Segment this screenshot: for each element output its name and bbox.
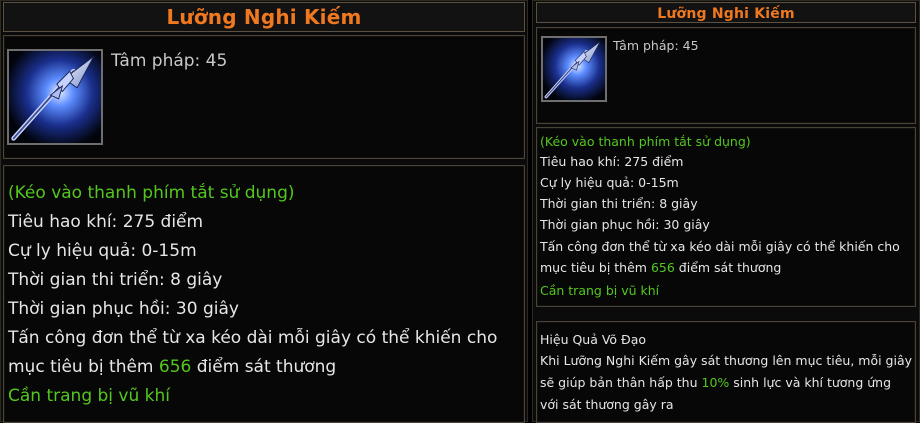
martial-absorb-value: 10% — [701, 375, 730, 390]
skill-title: Lưỡng Nghi Kiếm — [166, 5, 362, 29]
requirement-line: Cần trang bị vũ khí — [540, 283, 660, 298]
martial-text-post: sinh lực và khí tương ứng — [729, 375, 892, 390]
cast-time-line: Thời gian thi triển: 8 giây — [540, 196, 698, 211]
martial-effect-heading: Hiệu Quả Võ Đạo — [540, 332, 647, 347]
effect-damage-value: 656 — [650, 260, 675, 275]
spear-skill-icon[interactable] — [541, 36, 607, 102]
tooltip-title-bar: Lưỡng Nghi Kiếm — [536, 2, 916, 23]
effect-line-1: Tấn công đơn thể từ xa kéo dài mỗi giây … — [8, 328, 498, 348]
range-line: Cự ly hiệu quả: 0-15m — [8, 241, 197, 261]
usage-hint: (Kéo vào thanh phím tắt sử dụng) — [8, 183, 295, 203]
spear-skill-icon[interactable] — [7, 49, 103, 145]
tooltip-small: Lưỡng Nghi Kiếm Tâm pháp: 45 (Kéo vào th… — [532, 0, 920, 423]
requirement-line: Cần trang bị vũ khí — [8, 386, 171, 406]
cooldown-line: Thời gian phục hồi: 30 giây — [540, 217, 710, 232]
skill-title: Lưỡng Nghi Kiếm — [657, 6, 795, 22]
effect-text-pre: mục tiêu bị thêm — [540, 260, 651, 275]
effect-line-2: mục tiêu bị thêm 656 điểm sát thương — [8, 357, 336, 377]
cooldown-line: Thời gian phục hồi: 30 giây — [8, 299, 239, 319]
effect-damage-value: 656 — [158, 357, 192, 377]
effect-line-1: Tấn công đơn thể từ xa kéo dài mỗi giây … — [540, 239, 900, 254]
martial-text-pre: sẽ giúp bản thân hấp thu — [540, 375, 702, 390]
stat-label: Tâm pháp: 45 — [111, 51, 228, 71]
effect-text-post: điểm sát thương — [674, 260, 782, 275]
martial-effect-line-3: với sát thương gây ra — [540, 397, 674, 412]
stat-label: Tâm pháp: 45 — [613, 38, 699, 53]
cast-time-line: Thời gian thi triển: 8 giây — [8, 270, 223, 290]
skill-description-box — [3, 165, 525, 423]
tooltip-title-bar: Lưỡng Nghi Kiếm — [3, 2, 525, 32]
martial-effect-line-1: Khi Lưỡng Nghi Kiếm gây sát thương lên m… — [540, 353, 913, 368]
cost-line: Tiêu hao khí: 275 điểm — [8, 212, 204, 232]
martial-effect-line-2: sẽ giúp bản thân hấp thu 10% sinh lực và… — [540, 375, 891, 390]
effect-text-pre: mục tiêu bị thêm — [8, 357, 159, 377]
effect-line-2: mục tiêu bị thêm 656 điểm sát thương — [540, 260, 781, 275]
usage-hint: (Kéo vào thanh phím tắt sử dụng) — [540, 134, 751, 149]
range-line: Cự ly hiệu quả: 0-15m — [540, 175, 679, 190]
effect-text-post: điểm sát thương — [191, 357, 337, 377]
cost-line: Tiêu hao khí: 275 điểm — [540, 154, 684, 169]
tooltip-large: Lưỡng Nghi Kiếm Tâm pháp: 45 (Kéo vào th… — [0, 0, 528, 423]
